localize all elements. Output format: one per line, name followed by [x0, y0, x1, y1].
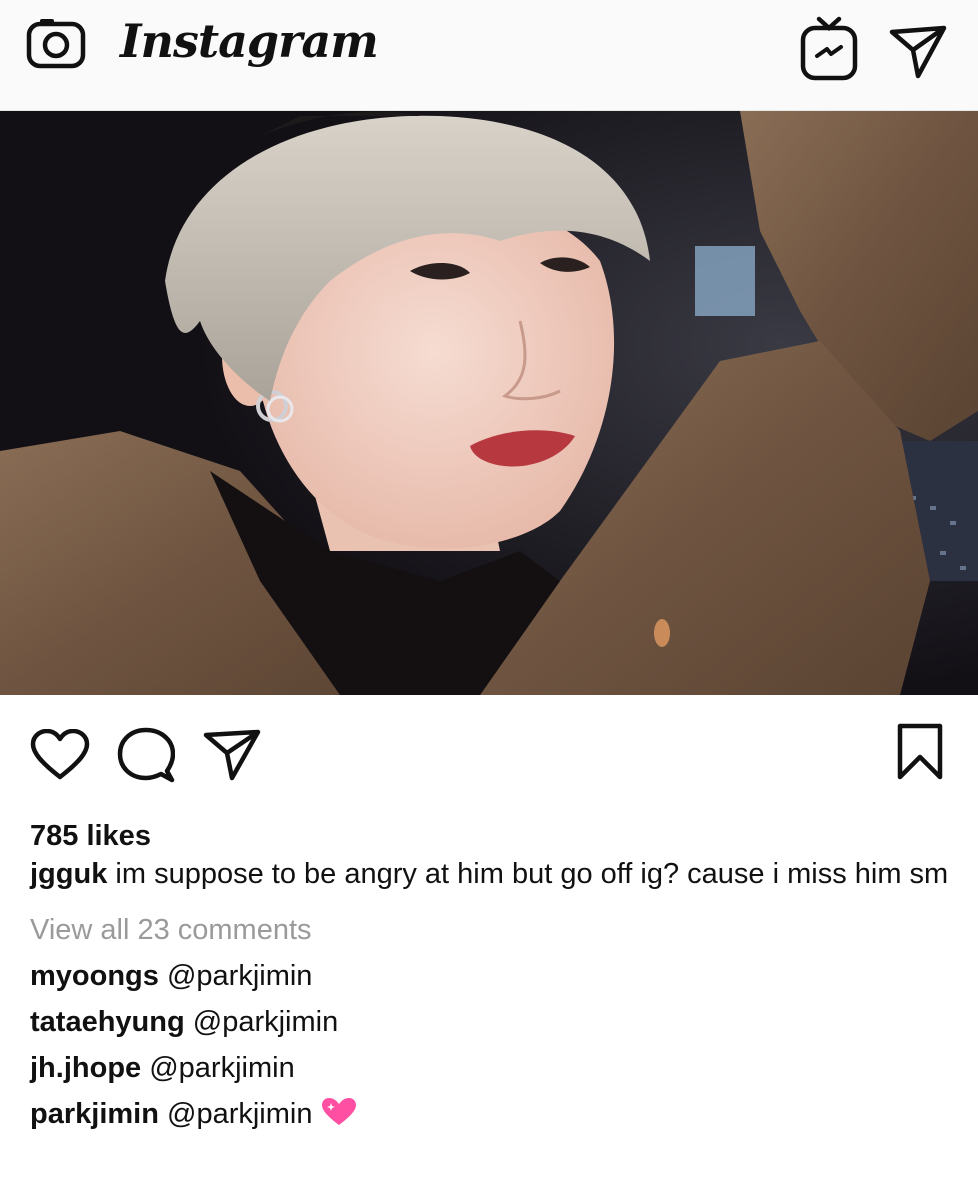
- instagram-logo: Instagram: [120, 14, 379, 68]
- comment-row: jh.jhope @parkjimin: [30, 1050, 960, 1086]
- share-icon[interactable]: [202, 729, 262, 781]
- caption-text: im suppose to be angry at him but go off…: [115, 858, 949, 890]
- caption-username[interactable]: jgguk: [30, 858, 107, 890]
- direct-message-icon[interactable]: [888, 24, 948, 80]
- post-actions: [0, 695, 978, 805]
- comment-username[interactable]: jh.jhope: [30, 1052, 141, 1084]
- sparkling-heart-icon: [321, 1098, 356, 1125]
- comment-text: @parkjimin: [166, 960, 313, 992]
- view-all-comments-link[interactable]: View all 23 comments: [30, 912, 960, 948]
- comment-text: @parkjimin: [167, 1098, 313, 1130]
- likes-count[interactable]: 785 likes: [30, 818, 960, 854]
- comment-row: tataehyung @parkjimin: [30, 1004, 960, 1040]
- post-meta: 785 likes jgguk im suppose to be angry a…: [30, 818, 960, 1132]
- comment-icon[interactable]: [117, 727, 175, 783]
- post-photo[interactable]: [0, 111, 978, 695]
- igtv-icon[interactable]: [800, 16, 858, 82]
- comment-username[interactable]: parkjimin: [30, 1098, 159, 1130]
- bookmark-icon[interactable]: [896, 723, 944, 781]
- comment-text: @parkjimin: [192, 1006, 339, 1038]
- top-bar: Instagram: [0, 0, 978, 111]
- comment-username[interactable]: tataehyung: [30, 1006, 185, 1038]
- post-caption: jgguk im suppose to be angry at him but …: [30, 856, 960, 892]
- camera-icon[interactable]: [26, 18, 86, 70]
- post-photo-image: [0, 111, 978, 695]
- comment-row: myoongs @parkjimin: [30, 958, 960, 994]
- comment-username[interactable]: myoongs: [30, 960, 159, 992]
- heart-icon[interactable]: [30, 729, 90, 781]
- comment-text: @parkjimin: [149, 1052, 295, 1084]
- comment-row: parkjimin @parkjimin: [30, 1096, 960, 1132]
